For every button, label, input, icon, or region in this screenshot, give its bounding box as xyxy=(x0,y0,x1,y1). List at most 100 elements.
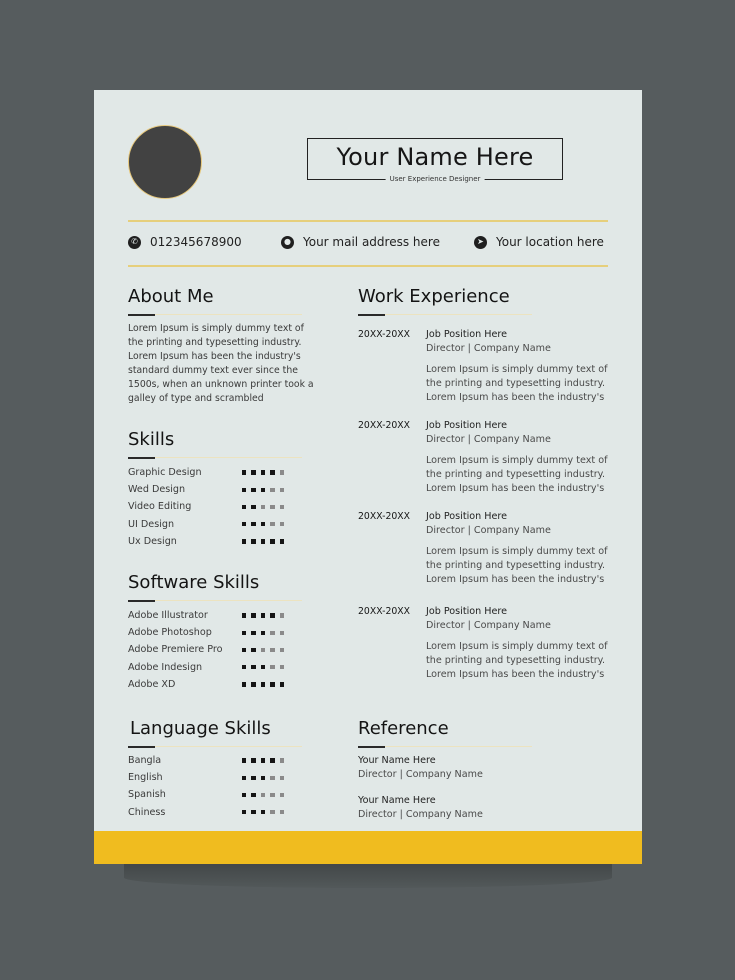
rating-row: English xyxy=(128,769,288,786)
rating-dot-empty xyxy=(279,470,284,475)
about-title: About Me xyxy=(128,286,214,307)
rating-row: Video Editing xyxy=(128,498,288,515)
rating-dots xyxy=(241,630,284,636)
rating-dots xyxy=(241,775,284,781)
rating-label: Adobe XD xyxy=(128,678,176,690)
contact-top-divider xyxy=(128,220,608,222)
job-title: User Experience Designer xyxy=(385,175,485,183)
rating-label: Wed Design xyxy=(128,484,186,496)
rating-dot-filled xyxy=(251,613,256,618)
job-period: 20XX-20XX xyxy=(358,606,411,617)
page-shadow xyxy=(124,862,612,888)
skills-title: Skills xyxy=(128,429,175,450)
rating-dot-filled xyxy=(260,682,265,687)
contact-phone: ✆ 012345678900 xyxy=(128,235,242,249)
rating-dot-filled xyxy=(270,613,275,618)
rating-dot-filled xyxy=(241,682,246,687)
rating-dot-filled xyxy=(251,792,256,798)
rating-dot-empty xyxy=(279,758,284,763)
rating-dot-filled xyxy=(270,758,275,763)
rating-dot-empty xyxy=(270,521,275,527)
rating-dot-empty xyxy=(279,504,284,510)
job-position: Job Position Here xyxy=(426,511,507,522)
job-description: Lorem Ipsum is simply dummy text of the … xyxy=(426,641,608,680)
rating-dot-filled xyxy=(241,775,246,781)
full-name: Your Name Here xyxy=(336,143,534,171)
about-underline xyxy=(128,313,302,316)
rating-dot-empty xyxy=(270,809,275,815)
rating-row: Adobe Photoshop xyxy=(128,624,288,641)
rating-dots xyxy=(241,613,284,618)
rating-dot-empty xyxy=(279,630,284,636)
rating-dot-filled xyxy=(260,470,265,475)
rating-dot-filled xyxy=(251,664,256,670)
rating-dot-filled xyxy=(260,613,265,618)
resume-page: Your Name Here User Experience Designer … xyxy=(94,90,642,864)
rating-row: Chiness xyxy=(128,804,288,821)
job-position: Job Position Here xyxy=(426,329,507,340)
rating-row: Graphic Design xyxy=(128,464,288,481)
rating-dot-empty xyxy=(279,487,284,493)
rating-label: Chiness xyxy=(128,806,166,818)
rating-dot-empty xyxy=(270,792,275,798)
rating-dot-empty xyxy=(270,647,275,653)
job-position: Job Position Here xyxy=(426,606,507,617)
rating-row: UI Design xyxy=(128,516,288,533)
rating-label: English xyxy=(128,772,163,784)
rating-dot-filled xyxy=(279,682,284,687)
languages-underline xyxy=(128,745,302,748)
rating-row: Adobe Indesign xyxy=(128,659,288,676)
rating-dot-filled xyxy=(241,630,246,636)
job-period: 20XX-20XX xyxy=(358,420,411,431)
rating-label: Adobe Premiere Pro xyxy=(128,644,223,656)
rating-dot-filled xyxy=(251,775,256,781)
rating-dots xyxy=(241,792,284,798)
rating-dots xyxy=(241,664,284,670)
rating-dot-filled xyxy=(241,809,246,815)
rating-label: Bangla xyxy=(128,755,162,767)
rating-dot-empty xyxy=(270,487,275,493)
rating-dot-filled xyxy=(260,630,265,636)
reference-underline xyxy=(358,745,532,748)
work-title: Work Experience xyxy=(358,286,510,307)
rating-dots xyxy=(241,809,284,815)
rating-row: Wed Design xyxy=(128,481,288,498)
rating-dot-filled xyxy=(260,664,265,670)
rating-dot-empty xyxy=(270,504,275,510)
rating-dot-filled xyxy=(251,504,256,510)
rating-row: Spanish xyxy=(128,786,288,803)
about-text: Lorem Ipsum is simply dummy text of the … xyxy=(128,323,314,404)
rating-dots xyxy=(241,539,284,544)
rating-dot-filled xyxy=(251,539,256,544)
software-underline xyxy=(128,599,302,602)
rating-dot-empty xyxy=(279,664,284,670)
job-period: 20XX-20XX xyxy=(358,329,411,340)
job-company: Director | Company Name xyxy=(426,525,551,536)
rating-dots xyxy=(241,682,284,687)
reference-title: Reference xyxy=(358,718,449,739)
rating-row: Adobe Premiere Pro xyxy=(128,641,288,658)
skills-underline xyxy=(128,456,302,459)
rating-dot-filled xyxy=(241,664,246,670)
rating-dot-empty xyxy=(279,792,284,798)
location-arrow-icon: ➤ xyxy=(474,235,487,249)
rating-dot-empty xyxy=(279,613,284,618)
rating-dot-filled xyxy=(251,647,256,653)
job-company: Director | Company Name xyxy=(426,620,551,631)
job-period: 20XX-20XX xyxy=(358,511,411,522)
rating-dot-filled xyxy=(241,647,246,653)
rating-label: UI Design xyxy=(128,518,175,530)
rating-dot-filled xyxy=(260,539,265,544)
rating-label: Graphic Design xyxy=(128,467,202,479)
rating-dot-empty xyxy=(279,775,284,781)
phone-text: 012345678900 xyxy=(150,235,242,249)
rating-dot-filled xyxy=(251,758,256,763)
reference-company: Director | Company Name xyxy=(358,809,483,820)
rating-dot-empty xyxy=(270,630,275,636)
rating-dot-filled xyxy=(260,487,265,493)
rating-label: Adobe Indesign xyxy=(128,661,203,673)
rating-dot-empty xyxy=(260,504,265,510)
rating-dots xyxy=(241,521,284,527)
rating-label: Adobe Illustrator xyxy=(128,610,208,622)
reference-entry: Your Name Here Director | Company Name xyxy=(358,795,483,820)
